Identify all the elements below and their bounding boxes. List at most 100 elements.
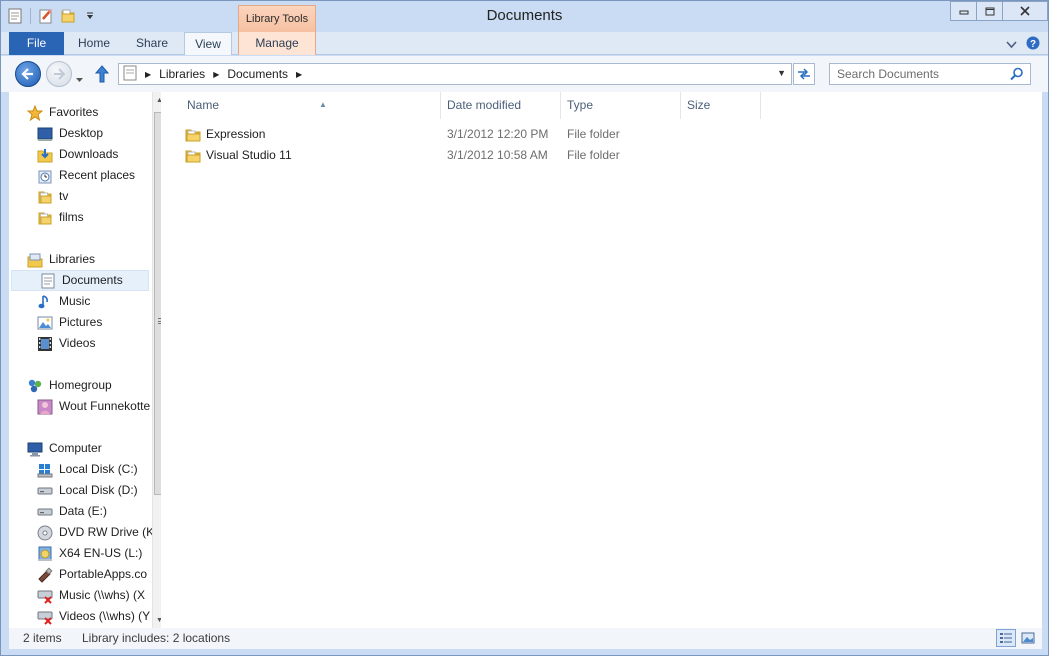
column-header-label: Date modified — [447, 98, 522, 112]
scrollbar-thumb[interactable] — [154, 112, 161, 495]
nav-item-dvd-drive[interactable]: DVD RW Drive (K — [37, 522, 154, 543]
nav-item-drive-c[interactable]: Local Disk (C:) — [37, 459, 138, 480]
scroll-up-icon[interactable]: ▲ — [156, 97, 161, 104]
nav-item-music-network[interactable]: Music (\\whs) (X — [37, 585, 145, 606]
view-switcher — [996, 629, 1038, 647]
nav-item-music[interactable]: Music — [37, 291, 90, 312]
address-toolbar: ▶ Libraries ▶ Documents ▶ ▼ — [1, 56, 1048, 92]
file-type: File folder — [567, 127, 620, 141]
forward-button[interactable] — [46, 61, 72, 87]
nav-item-x64-drive[interactable]: X64 EN-US (L:) — [37, 543, 142, 564]
hard-drive-icon — [37, 483, 53, 499]
desktop-icon — [37, 126, 53, 142]
nav-item-drive-d[interactable]: Local Disk (D:) — [37, 480, 138, 501]
column-header-size[interactable]: Size — [681, 92, 761, 119]
back-button[interactable] — [15, 61, 41, 87]
nav-libraries[interactable]: Libraries — [27, 249, 95, 270]
nav-pane-scrollbar[interactable]: ▲ ▼ — [152, 92, 161, 628]
tab-manage[interactable]: Manage — [238, 32, 316, 55]
nav-label: Videos — [59, 336, 96, 350]
breadcrumb-separator-icon[interactable]: ▶ — [213, 70, 219, 79]
nav-item-portableapps[interactable]: PortableApps.co — [37, 564, 147, 585]
nav-item-homegroup-user[interactable]: Wout Funnekotte — [37, 396, 150, 417]
windows-drive-icon — [37, 462, 53, 478]
close-button[interactable] — [1002, 1, 1048, 21]
file-row[interactable]: Expression 3/1/2012 12:20 PM File folder — [181, 124, 781, 145]
scroll-down-icon[interactable]: ▼ — [156, 617, 161, 624]
nav-item-desktop[interactable]: Desktop — [37, 123, 103, 144]
address-bar[interactable]: ▶ Libraries ▶ Documents ▶ ▼ — [118, 63, 792, 85]
breadcrumb-separator-icon[interactable]: ▶ — [296, 70, 302, 79]
ribbon-right-controls: ? — [1006, 36, 1040, 53]
nav-label: tv — [59, 189, 69, 203]
nav-item-recent-places[interactable]: Recent places — [37, 165, 135, 186]
folder-icon — [185, 148, 201, 164]
column-header-name[interactable]: Name ▲ — [181, 92, 441, 119]
column-header-date-modified[interactable]: Date modified — [441, 92, 561, 119]
tab-file[interactable]: File — [9, 32, 64, 55]
dvd-drive-icon — [37, 525, 53, 541]
file-type: File folder — [567, 148, 620, 162]
column-header-type[interactable]: Type — [561, 92, 681, 119]
nav-label: Homegroup — [49, 378, 112, 392]
file-date-modified: 3/1/2012 12:20 PM — [447, 127, 549, 141]
nav-label: Pictures — [59, 315, 103, 329]
file-name-cell: Expression — [185, 124, 265, 145]
breadcrumb-libraries[interactable]: Libraries — [159, 67, 205, 81]
star-icon — [27, 104, 43, 121]
maximize-button[interactable] — [976, 1, 1003, 21]
details-view-icon[interactable] — [996, 629, 1016, 647]
nav-item-pictures[interactable]: Pictures — [37, 312, 102, 333]
setup-disc-icon — [37, 546, 53, 562]
nav-label: Downloads — [59, 147, 119, 161]
help-icon[interactable]: ? — [1026, 36, 1040, 53]
window-title: Documents — [486, 7, 563, 24]
nav-computer[interactable]: Computer — [27, 438, 102, 459]
nav-item-tv[interactable]: tv — [37, 186, 68, 207]
search-icon[interactable] — [1010, 67, 1024, 84]
expand-ribbon-icon[interactable] — [1006, 38, 1017, 52]
column-header-label: Type — [567, 98, 594, 112]
nav-homegroup[interactable]: Homegroup — [27, 375, 112, 396]
nav-favorites[interactable]: Favorites — [27, 102, 98, 123]
title-bar: Library Tools Documents — [1, 1, 1048, 33]
nav-label: Music — [59, 294, 91, 308]
breadcrumb-documents[interactable]: Documents — [227, 67, 288, 81]
column-header-label: Name — [187, 98, 220, 112]
nav-item-videos-network[interactable]: Videos (\\whs) (Y — [37, 606, 150, 627]
tab-view[interactable]: View — [184, 32, 232, 55]
file-name: Visual Studio 11 — [206, 148, 292, 162]
library-location-icon — [123, 65, 137, 84]
nav-label: Computer — [49, 441, 102, 455]
nav-label: Documents — [62, 273, 123, 287]
nav-item-videos[interactable]: Videos — [37, 333, 95, 354]
nav-item-downloads[interactable]: Downloads — [37, 144, 118, 165]
recent-locations-dropdown-icon[interactable] — [76, 72, 83, 86]
tab-home[interactable]: Home — [67, 32, 121, 55]
nav-item-documents[interactable]: Documents — [11, 270, 149, 291]
address-history-dropdown-icon[interactable]: ▼ — [777, 68, 786, 78]
explorer-window: Library Tools Documents File Home Share … — [0, 0, 1049, 656]
grip-icon — [158, 318, 161, 324]
navigation-pane: Favorites Desktop Downloads Recent place… — [9, 92, 161, 628]
disconnected-drive-icon — [37, 588, 53, 604]
nav-item-films[interactable]: films — [37, 207, 84, 228]
tab-share[interactable]: Share — [125, 32, 179, 55]
large-icons-view-icon[interactable] — [1018, 629, 1038, 647]
nav-label: Desktop — [59, 126, 104, 140]
file-row[interactable]: Visual Studio 11 3/1/2012 10:58 AM File … — [181, 145, 781, 166]
refresh-button[interactable] — [793, 63, 815, 85]
sort-ascending-icon: ▲ — [319, 100, 327, 109]
search-input[interactable] — [830, 64, 1005, 84]
breadcrumb-separator-icon[interactable]: ▶ — [145, 70, 151, 79]
pictures-icon — [37, 315, 53, 331]
window-controls — [950, 1, 1048, 21]
folder-icon — [185, 127, 201, 143]
usb-drive-icon — [37, 566, 53, 583]
nav-item-drive-e[interactable]: Data (E:) — [37, 501, 107, 522]
user-avatar-icon — [37, 399, 53, 415]
minimize-button[interactable] — [950, 1, 977, 21]
hard-drive-icon — [37, 504, 53, 520]
nav-label: Wout Funnekotte — [59, 399, 151, 413]
up-level-icon[interactable] — [94, 65, 110, 86]
